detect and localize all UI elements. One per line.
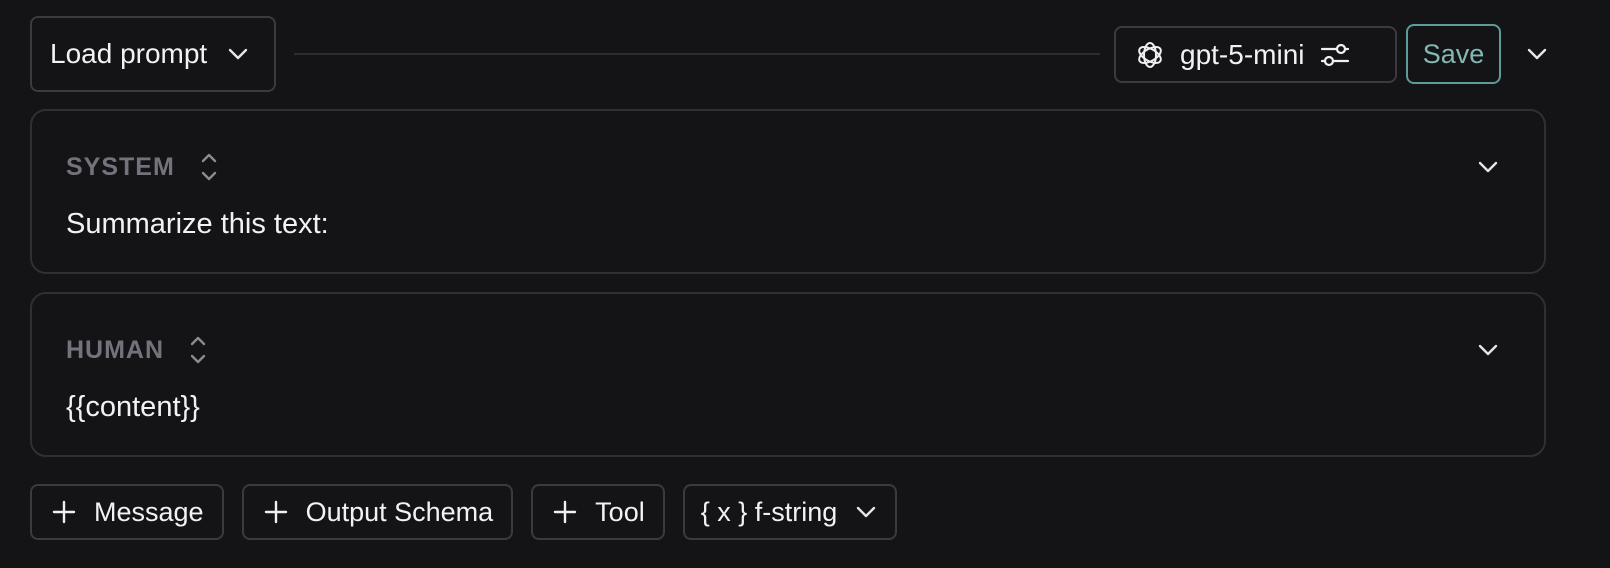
add-tool-button[interactable]: Tool xyxy=(531,484,665,540)
load-prompt-label: Load prompt xyxy=(50,38,208,69)
plus-icon xyxy=(52,500,76,524)
role-label: SYSTEM xyxy=(66,152,175,181)
message-content-editor[interactable]: Summarize this text: xyxy=(66,208,329,241)
message-role-row: SYSTEM xyxy=(66,147,219,187)
sliders-icon[interactable] xyxy=(1320,42,1350,68)
message-content-editor[interactable]: {{content}} xyxy=(66,391,200,424)
add-message-label: Message xyxy=(94,496,204,527)
human-message-card: HUMAN {{content}} xyxy=(30,292,1546,457)
plus-icon xyxy=(264,500,288,524)
model-name: gpt-5-mini xyxy=(1180,38,1305,70)
collapse-chevron-icon[interactable] xyxy=(1472,334,1504,366)
chevron-down-icon xyxy=(227,47,249,61)
chevron-down-icon xyxy=(855,505,877,519)
role-switch-icon[interactable] xyxy=(199,150,219,184)
add-message-button[interactable]: Message xyxy=(30,484,224,540)
plus-icon xyxy=(553,500,577,524)
add-output-schema-button[interactable]: Output Schema xyxy=(241,484,514,540)
role-label: HUMAN xyxy=(66,335,165,364)
message-role-row: HUMAN xyxy=(66,330,208,370)
save-button[interactable]: Save xyxy=(1406,24,1501,84)
toolbar-divider xyxy=(294,53,1100,55)
role-switch-icon[interactable] xyxy=(188,333,208,367)
prompt-actions-bar: Message Output Schema Tool { x } f-strin… xyxy=(30,484,898,540)
system-message-card: SYSTEM Summarize this text: xyxy=(30,109,1546,274)
more-options-chevron-icon[interactable] xyxy=(1520,38,1554,70)
template-format-dropdown[interactable]: { x } f-string xyxy=(682,484,898,540)
collapse-chevron-icon[interactable] xyxy=(1472,151,1504,183)
add-output-schema-label: Output Schema xyxy=(305,496,494,527)
prompt-toolbar: Load prompt gpt-5-mini Save xyxy=(30,16,1585,92)
add-tool-label: Tool xyxy=(595,496,645,527)
template-format-label: { x } f-string xyxy=(700,496,838,527)
model-selector-button[interactable]: gpt-5-mini xyxy=(1114,26,1397,83)
load-prompt-button[interactable]: Load prompt xyxy=(30,16,276,92)
openai-logo-icon xyxy=(1134,39,1166,71)
